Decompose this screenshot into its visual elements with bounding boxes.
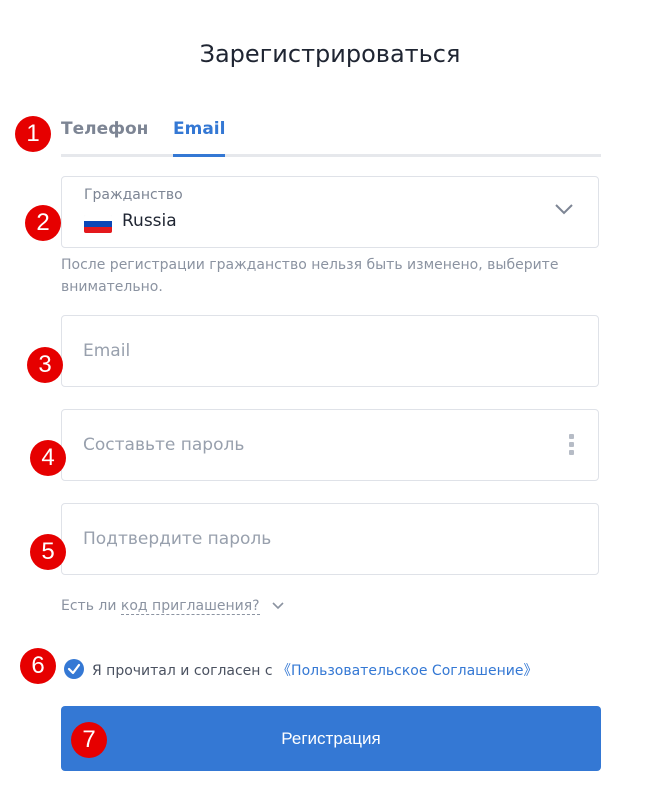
annotation-badge: 3 bbox=[27, 347, 63, 383]
more-vertical-icon[interactable] bbox=[568, 434, 576, 458]
chevron-down-icon bbox=[272, 602, 284, 610]
annotation-badge: 1 bbox=[15, 116, 51, 152]
invite-link: код приглашения? bbox=[120, 598, 260, 615]
citizenship-value: Russia bbox=[122, 211, 177, 231]
annotation-badge: 5 bbox=[30, 534, 66, 570]
annotation-badge: 2 bbox=[25, 205, 61, 241]
confirm-password-input[interactable] bbox=[61, 503, 599, 575]
citizenship-hint: После регистрации гражданство нельзя быт… bbox=[61, 257, 559, 295]
checkbox-checked-icon[interactable] bbox=[64, 659, 84, 679]
agreement-text: Я прочитал и согласен с bbox=[92, 663, 278, 679]
annotation-badge: 7 bbox=[71, 722, 107, 758]
email-input[interactable] bbox=[61, 315, 599, 387]
invite-prefix: Есть ли bbox=[61, 598, 121, 614]
tab-bar: Телефон Email bbox=[61, 116, 601, 157]
register-button[interactable]: Регистрация bbox=[61, 706, 601, 771]
annotation-badge: 4 bbox=[30, 440, 66, 476]
page-title: Зарегистрироваться bbox=[199, 40, 461, 68]
tab-email[interactable]: Email bbox=[173, 116, 226, 157]
citizenship-label: Гражданство bbox=[84, 187, 183, 203]
citizenship-select[interactable]: Гражданство Russia bbox=[61, 176, 599, 248]
invite-code-toggle[interactable]: Есть ли код приглашения? bbox=[61, 598, 284, 615]
password-input[interactable] bbox=[61, 409, 599, 481]
chevron-down-icon bbox=[555, 204, 573, 215]
annotation-badge: 6 bbox=[20, 648, 56, 684]
user-agreement-link[interactable]: 《Пользовательское Соглашение》 bbox=[277, 663, 537, 679]
russia-flag-icon bbox=[84, 215, 112, 233]
tab-phone[interactable]: Телефон bbox=[61, 116, 148, 154]
